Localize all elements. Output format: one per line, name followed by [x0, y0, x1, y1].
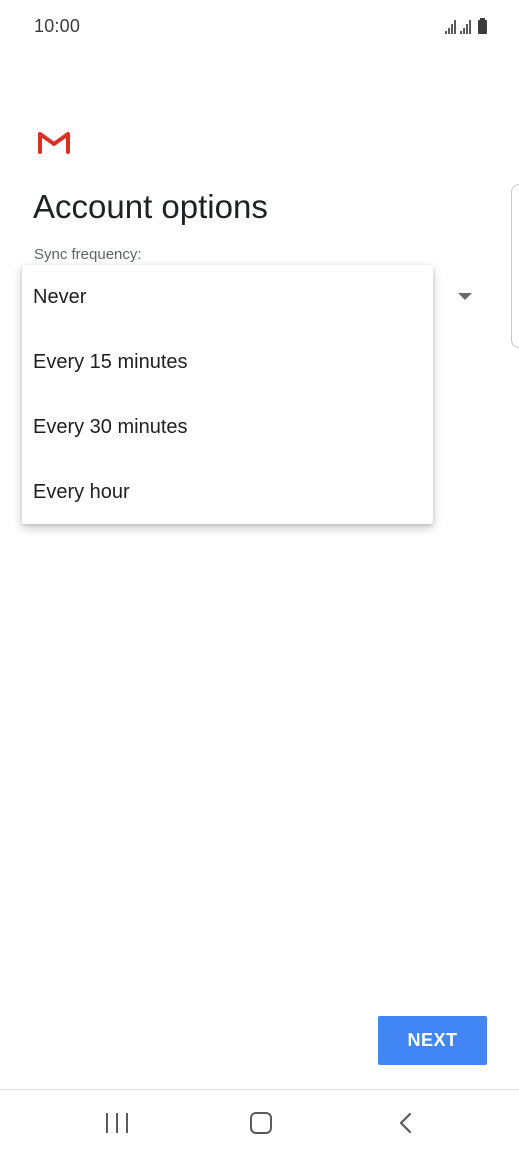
dropdown-option-every-30-minutes[interactable]: Every 30 minutes	[22, 395, 433, 460]
dropdown-option-never[interactable]: Never	[22, 265, 433, 330]
status-time: 10:00	[34, 16, 81, 36]
status-icons	[445, 18, 487, 34]
back-icon[interactable]	[396, 1112, 416, 1134]
edge-panel-handle[interactable]	[511, 184, 519, 348]
sync-frequency-label: Sync frequency:	[34, 246, 142, 263]
home-icon[interactable]	[250, 1112, 272, 1134]
dropdown-arrow-icon[interactable]	[458, 293, 472, 300]
next-button[interactable]: NEXT	[378, 1016, 487, 1065]
dropdown-option-every-hour[interactable]: Every hour	[22, 460, 433, 525]
page-title: Account options	[33, 188, 268, 225]
gmail-logo-icon	[38, 132, 70, 154]
signal-icon	[445, 20, 456, 34]
recent-apps-icon[interactable]	[106, 1113, 128, 1133]
navigation-bar	[0, 1090, 519, 1154]
sync-frequency-dropdown: Never Every 15 minutes Every 30 minutes …	[22, 265, 433, 524]
account-options-screen: 10:00 Account options Sync frequency: Ne…	[0, 0, 519, 1154]
signal-icon	[460, 20, 471, 34]
dropdown-option-every-15-minutes[interactable]: Every 15 minutes	[22, 330, 433, 395]
battery-icon	[478, 18, 487, 34]
